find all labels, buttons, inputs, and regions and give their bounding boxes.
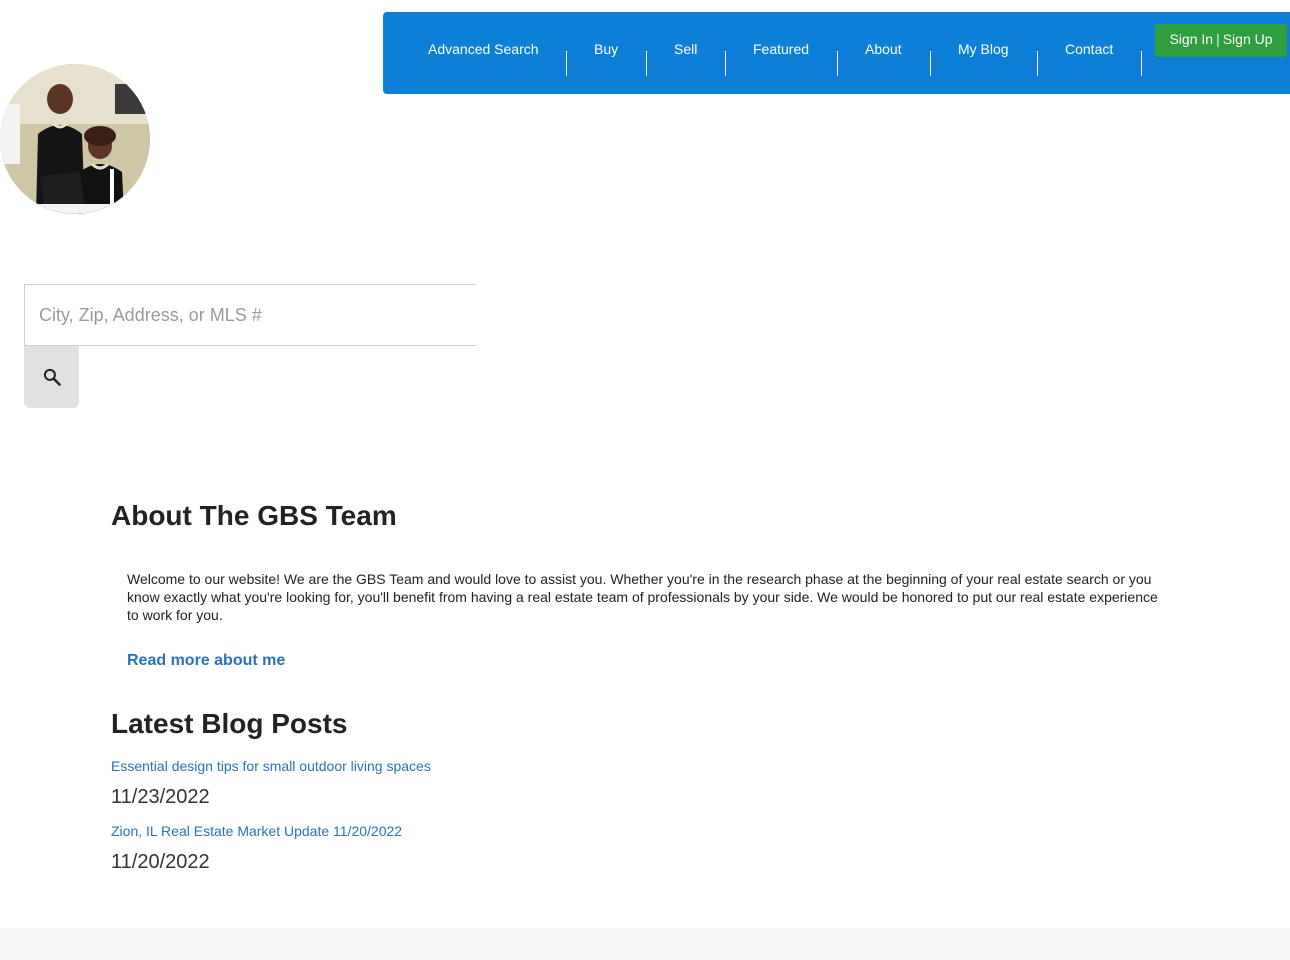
sign-in-sign-up-button: Sign In | Sign Up [1155, 24, 1287, 57]
nav-divider [725, 51, 726, 76]
blog-post-date: 11/20/2022 [111, 851, 210, 873]
nav-featured[interactable]: Featured [753, 40, 809, 60]
about-description: Welcome to our website! We are the GBS T… [127, 571, 1158, 623]
sign-in-link[interactable]: Sign In [1169, 31, 1213, 47]
about-heading: About The GBS Team [111, 500, 397, 531]
nav-divider [930, 51, 931, 76]
read-more-link[interactable]: Read more about me [127, 652, 285, 670]
nav-divider [1141, 51, 1142, 76]
sign-up-link[interactable]: Sign Up [1223, 31, 1273, 47]
footer [0, 928, 1290, 960]
blog-post-date: 11/23/2022 [111, 786, 210, 808]
nav-sell[interactable]: Sell [674, 40, 697, 60]
nav-divider [837, 51, 838, 76]
blog-post-link[interactable]: Essential design tips for small outdoor … [111, 758, 431, 774]
team-photo [0, 64, 150, 214]
nav-divider [646, 51, 647, 76]
nav-buy[interactable]: Buy [594, 40, 618, 60]
nav-my-blog[interactable]: My Blog [958, 40, 1009, 60]
team-photo-illustration [0, 64, 150, 214]
nav-divider [1037, 51, 1038, 76]
blog-heading: Latest Blog Posts [111, 708, 348, 739]
search-icon [43, 368, 61, 386]
main-nav: Advanced Search Buy Sell Featured About … [383, 12, 1290, 94]
nav-advanced-search[interactable]: Advanced Search [428, 40, 539, 60]
sign-in-divider: | [1216, 31, 1220, 47]
page: Advanced Search Buy Sell Featured About … [0, 0, 1290, 960]
nav-contact[interactable]: Contact [1065, 40, 1113, 60]
nav-divider [566, 51, 567, 76]
blog-post-link[interactable]: Zion, IL Real Estate Market Update 11/20… [111, 823, 402, 839]
nav-about[interactable]: About [865, 40, 902, 60]
search-input[interactable] [24, 284, 476, 346]
search-button[interactable] [24, 346, 79, 408]
